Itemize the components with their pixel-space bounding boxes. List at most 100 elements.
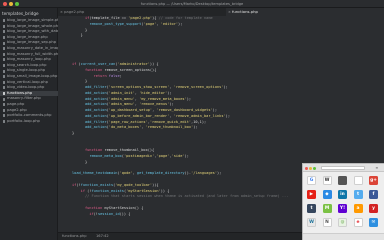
microsoft-icon[interactable] [353, 176, 363, 185]
yahoo-icon[interactable]: Y! [338, 204, 347, 213]
sidebar-item-label: blog_search-loop.php [7, 62, 47, 67]
sidebar-item-label: portfolio-loop.php [7, 118, 40, 123]
code-line: add_filter('screen_options_show_screen',… [84, 85, 228, 89]
window-title: functions.php — /Users/Marko/Desktop/tem… [140, 2, 244, 6]
status-filename: functions.php [62, 234, 87, 238]
sidebar-item-label: blog_single-loop.php [7, 68, 46, 73]
sidebar-item-label: blog_masonry_loop.php [7, 57, 51, 62]
sidebar-file-list: blog_large_image_simple.php blog_large_im… [0, 18, 58, 124]
file-icon [3, 52, 6, 56]
address-bar[interactable] [321, 166, 365, 170]
sidebar-item-label: masonry-filter.php [7, 96, 41, 101]
code-line: if (current_user_can('administrator')) { [72, 62, 159, 66]
file-icon [3, 58, 6, 62]
code-line: add_action('admin_menu', 'remove_menus')… [84, 102, 174, 107]
facebook-icon[interactable]: f [369, 190, 378, 199]
twitter-icon[interactable]: t [353, 190, 363, 199]
file-icon [3, 75, 6, 79]
wordpress-icon[interactable]: W [307, 218, 316, 227]
editor-window: functions.php — /Users/Marko/Desktop/tem… [0, 0, 384, 240]
close-window-button[interactable] [3, 2, 7, 6]
tab-bar: × page2.php × functions.php [58, 8, 384, 16]
code-line: return false; [93, 73, 122, 78]
code-line: function remove_screen_options(){ [84, 67, 157, 72]
tab-functions[interactable]: × functions.php [226, 8, 384, 16]
dropbox-icon[interactable]: ◆ [322, 190, 332, 199]
close-tab-icon[interactable]: × [228, 8, 231, 16]
tab-page2[interactable]: × page2.php [58, 8, 148, 16]
zoom-window-button[interactable] [15, 2, 19, 6]
tab-label: page2.php [64, 9, 85, 14]
file-icon [3, 24, 6, 28]
close-tab-icon[interactable]: × [60, 8, 63, 16]
file-icon [3, 30, 6, 34]
ebay-icon[interactable]: e [353, 218, 363, 227]
sidebar-item-label: blog_large_image_with_date.php [7, 29, 58, 34]
medium-icon[interactable]: M [322, 204, 332, 213]
file-icon [3, 41, 6, 45]
sidebar-item-label: blog_large_image_simple.php [7, 18, 58, 22]
file-icon [3, 64, 6, 68]
code-line: add_action('wp_dashboard_setup', 'remove… [84, 108, 217, 112]
mail-icon[interactable]: ✉ [369, 218, 378, 227]
wikipedia-icon[interactable]: W [322, 176, 332, 185]
yelp-icon[interactable]: y [369, 204, 378, 213]
minimize-window-button[interactable] [9, 2, 13, 6]
news-icon[interactable]: N [322, 218, 332, 227]
browser-close-button[interactable] [305, 166, 308, 170]
sidebar-item-label: blog_masonry_date_in_image.php [7, 45, 58, 50]
file-icon [3, 47, 6, 51]
browser-minimize-button[interactable] [309, 166, 312, 170]
code-line: } [72, 79, 88, 84]
code-line: add_action('wp_before_admin_bar_render',… [84, 113, 230, 118]
browser-window: ≡ G Wg+ ▶ ◆ in t f t M Y! a y W N ◎ e ✉ [302, 163, 384, 240]
sidebar-folder-name[interactable]: templates_bridge [2, 10, 39, 17]
sidebar-item-label: functions.php [7, 90, 33, 95]
file-icon [3, 86, 6, 90]
file-sidebar: templates_bridge blog_large_image_simple… [0, 8, 58, 240]
code-line: } [72, 131, 75, 135]
code-line: remove_post_type_support('page', 'editor… [89, 21, 183, 26]
browser-zoom-button[interactable] [313, 166, 316, 170]
sidebar-item[interactable]: portfolio-loop.php [0, 119, 58, 125]
file-icon [3, 19, 6, 23]
sidebar-item-label: blog_masonry_full_width.php [7, 51, 58, 56]
tab-label: functions.php [232, 9, 258, 14]
code-line: function myStartSession() { [84, 205, 144, 210]
code-line: load_theme_textdomain('qode', get_templa… [72, 171, 222, 176]
code-line: } [72, 33, 83, 38]
sidebar-item-label: blog_vertical-loop.php [7, 79, 48, 84]
file-icon [3, 36, 6, 40]
code-line: function remove_thumbnail_box(){ [84, 148, 155, 153]
linkedin-icon[interactable]: in [338, 190, 347, 199]
file-icon [3, 92, 6, 96]
code-line: add_action('admin_init', 'hide_editor'); [84, 90, 172, 95]
browser-menu-icon[interactable]: ≡ [373, 165, 381, 171]
browser-footer [303, 233, 384, 240]
file-icon [3, 97, 6, 101]
file-icon [3, 103, 6, 107]
sidebar-item-label: blog_video-loop.php [7, 85, 45, 90]
sidebar-item-label: portfolio-comments.php [7, 113, 52, 118]
browser-toolbar: ≡ [303, 164, 384, 172]
apple-icon[interactable] [338, 176, 347, 185]
line-gutter [58, 16, 70, 232]
code-line: add_action('do_meta_boxes', 'remove_thum… [84, 125, 198, 130]
sidebar-item-label: blog_large_image_sep.php [7, 40, 57, 45]
file-icon [3, 108, 6, 112]
cursor-position: 167:42 [96, 234, 109, 238]
code-line: add_action('admin_menu', 'my_remove_meta… [84, 96, 192, 101]
google-plus-icon[interactable]: g+ [369, 176, 378, 185]
amazon-icon[interactable]: a [353, 204, 363, 213]
google-icon[interactable]: G [307, 176, 316, 185]
title-bar: functions.php — /Users/Marko/Desktop/tem… [0, 0, 384, 8]
youtube-icon[interactable]: ▶ [307, 190, 316, 199]
file-icon [3, 69, 6, 73]
file-icon [3, 114, 6, 118]
code-line: if(template_file == 'page2.php'){ // cod… [84, 16, 213, 20]
sidebar-item-label: blog_small_image-loop.php [7, 73, 58, 78]
code-line: if (!function_exists('myStartSession')) … [80, 188, 170, 193]
tumblr-icon[interactable]: t [307, 204, 316, 213]
maps-icon[interactable]: ◎ [338, 218, 347, 227]
file-icon [3, 119, 6, 123]
